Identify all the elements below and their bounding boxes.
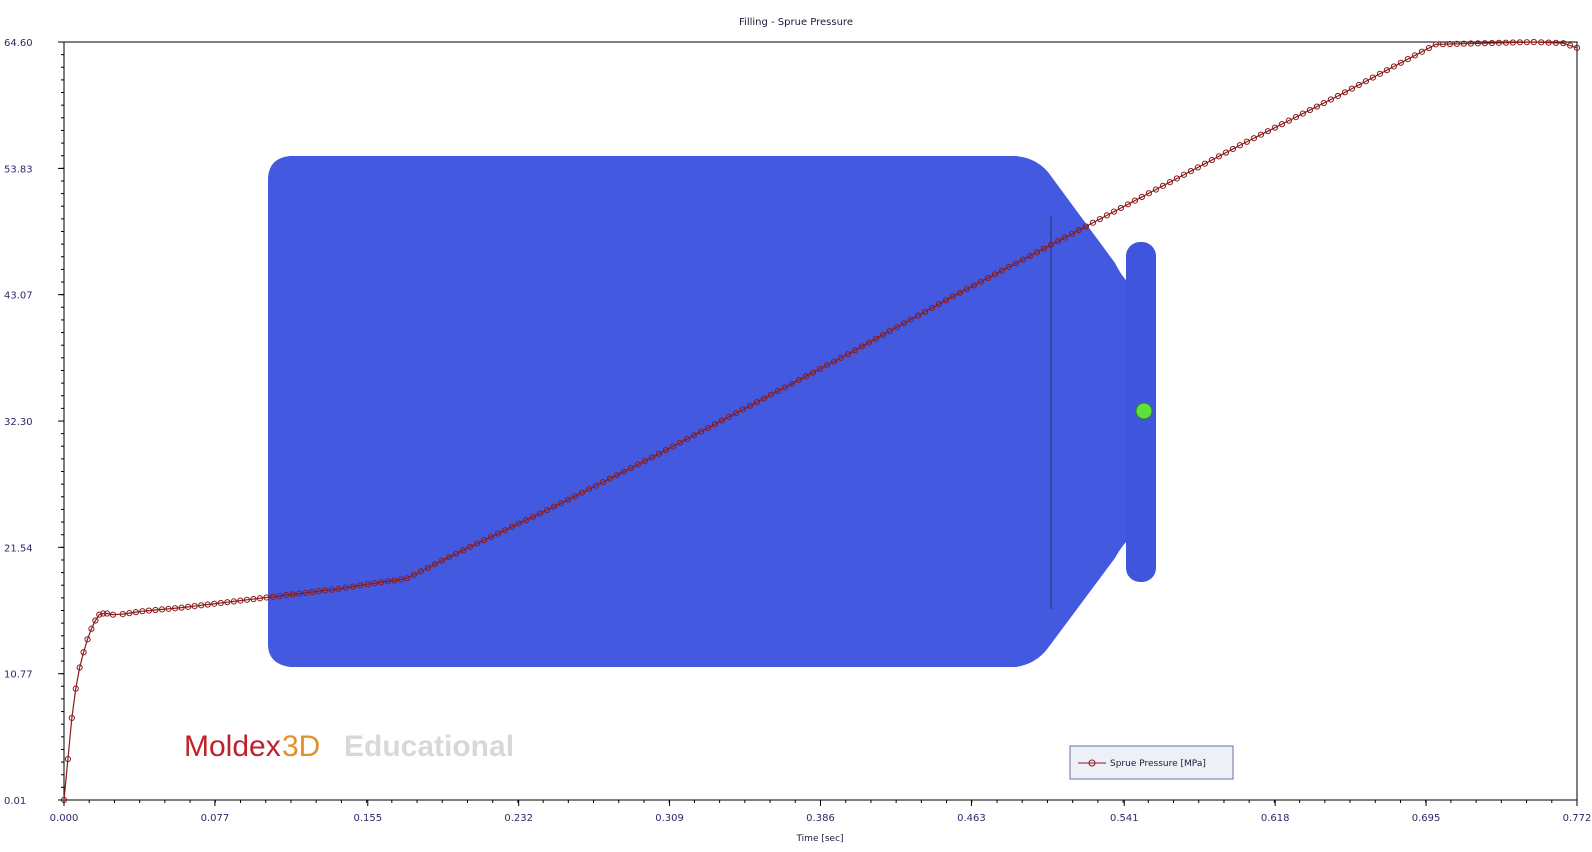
legend: Sprue Pressure [MPa]	[1069, 745, 1234, 780]
y-axis: 0.01 10.77 21.54 32.30 43.07 53.83 64.60	[4, 38, 64, 807]
x-tick-label: 0.618	[1261, 813, 1290, 824]
x-tick-label: 0.000	[50, 813, 79, 824]
chart-canvas: Filling - Sprue Pressure 0.000 0.077 0.155…	[4, 17, 1592, 844]
watermark-edition: Educational	[344, 730, 514, 763]
x-tick-label: 0.309	[655, 813, 684, 824]
x-tick-label: 0.695	[1412, 813, 1441, 824]
x-tick-label: 0.232	[504, 813, 533, 824]
chart-title: Filling - Sprue Pressure	[739, 17, 853, 28]
x-axis-title: Time [sec]	[795, 834, 843, 844]
x-tick-label: 0.077	[201, 813, 230, 824]
watermark-brand-red: Moldex	[184, 730, 281, 763]
x-tick-label: 0.155	[353, 813, 382, 824]
y-tick-label: 0.01	[4, 796, 26, 807]
part-model-render	[268, 156, 1156, 667]
legend-label: Sprue Pressure [MPa]	[1110, 759, 1206, 769]
y-tick-label: 32.30	[4, 417, 33, 428]
x-tick-label: 0.463	[957, 813, 986, 824]
y-tick-label: 21.54	[4, 543, 33, 554]
y-tick-label: 64.60	[4, 38, 33, 49]
gate-marker	[1135, 402, 1153, 420]
y-tick-label: 53.83	[4, 164, 33, 175]
watermark-brand-orange: 3D	[282, 730, 320, 763]
y-tick-label: 43.07	[4, 291, 33, 302]
x-axis: 0.000 0.077 0.155 0.232 0.309 0.386 0.463 0.541…	[50, 800, 1592, 824]
y-tick-label: 10.77	[4, 670, 33, 681]
watermark-logo: Moldex 3D Educational	[184, 730, 514, 763]
x-tick-label: 0.386	[806, 813, 835, 824]
x-tick-label: 0.541	[1110, 813, 1139, 824]
x-tick-label: 0.772	[1563, 813, 1592, 824]
part-body	[268, 156, 1152, 667]
